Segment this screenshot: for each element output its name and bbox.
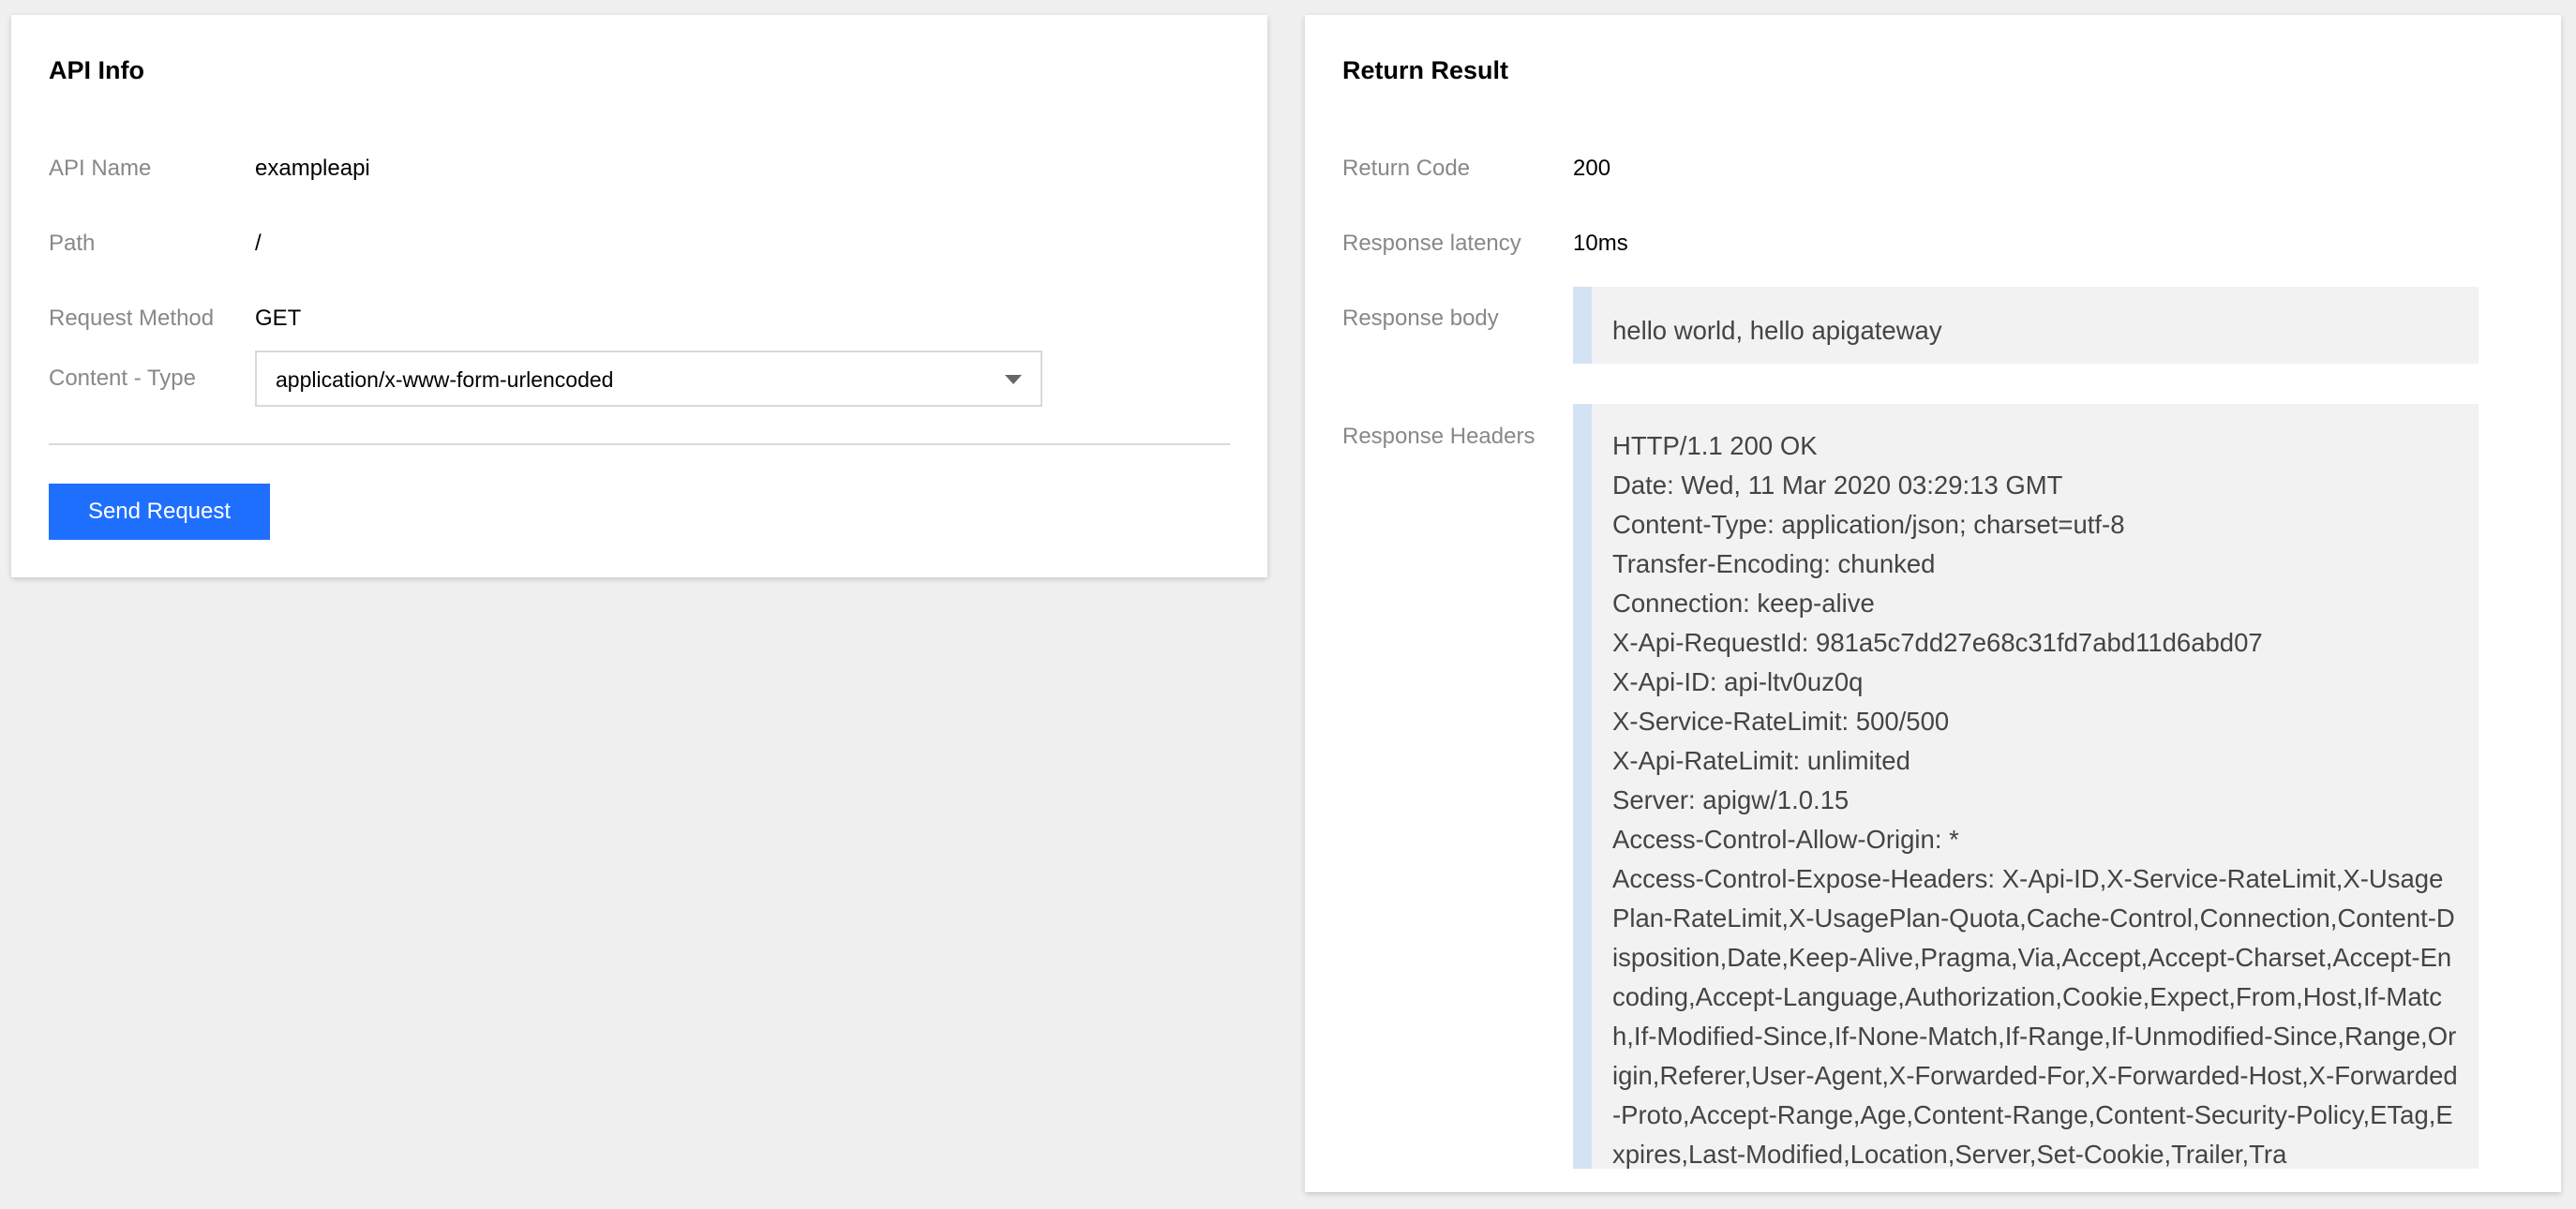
header-line: HTTP/1.1 200 OK [1612,431,1818,460]
content-type-label: Content - Type [49,366,196,391]
header-line: X-Api-RateLimit: unlimited [1612,746,1910,775]
header-line: Access-Control-Allow-Origin: * [1612,825,1959,854]
return-result-title: Return Result [1342,56,1509,84]
request-method-value: GET [255,306,302,331]
return-code-value: 200 [1573,156,1611,181]
return-result-panel: Return Result Return Code 200 Response l… [1305,15,2561,1192]
content-type-select[interactable]: application/x-www-form-urlencoded [255,351,1042,407]
response-latency-value: 10ms [1573,231,1628,256]
return-code-label: Return Code [1342,156,1471,181]
header-line: X-Api-RequestId: 981a5c7dd27e68c31fd7abd… [1612,628,2263,657]
path-label: Path [49,231,96,256]
request-method-label: Request Method [49,306,215,331]
caret-down-icon [1005,375,1022,384]
content-type-selected-value: application/x-www-form-urlencoded [276,367,614,392]
send-request-button[interactable]: Send Request [49,484,270,540]
response-body-block: hello world, hello apigateway [1573,287,2479,364]
header-line: X-Service-RateLimit: 500/500 [1612,707,1950,736]
header-line: Access-Control-Expose-Headers: X-Api-ID,… [1612,864,2458,1169]
api-info-title: API Info [49,56,144,84]
header-line: Connection: keep-alive [1612,589,1875,618]
header-line: Transfer-Encoding: chunked [1612,549,1936,578]
header-line: Date: Wed, 11 Mar 2020 03:29:13 GMT [1612,470,2063,500]
header-line: Server: apigw/1.0.15 [1612,785,1850,814]
response-latency-label: Response latency [1342,231,1521,256]
response-headers-text: HTTP/1.1 200 OK Date: Wed, 11 Mar 2020 0… [1592,404,2479,1169]
header-line: Content-Type: application/json; charset=… [1612,510,2125,539]
api-name-value: exampleapi [255,156,370,181]
api-info-panel: API Info API Name exampleapi Path / Requ… [11,15,1267,577]
divider [49,443,1230,445]
response-body-label: Response body [1342,306,1499,331]
response-headers-block[interactable]: HTTP/1.1 200 OK Date: Wed, 11 Mar 2020 0… [1573,404,2479,1169]
path-value: / [255,231,262,256]
response-headers-label: Response Headers [1342,424,1535,449]
api-name-label: API Name [49,156,152,181]
response-body-text: hello world, hello apigateway [1612,316,1942,345]
header-line: X-Api-ID: api-ltv0uz0q [1612,667,1864,696]
